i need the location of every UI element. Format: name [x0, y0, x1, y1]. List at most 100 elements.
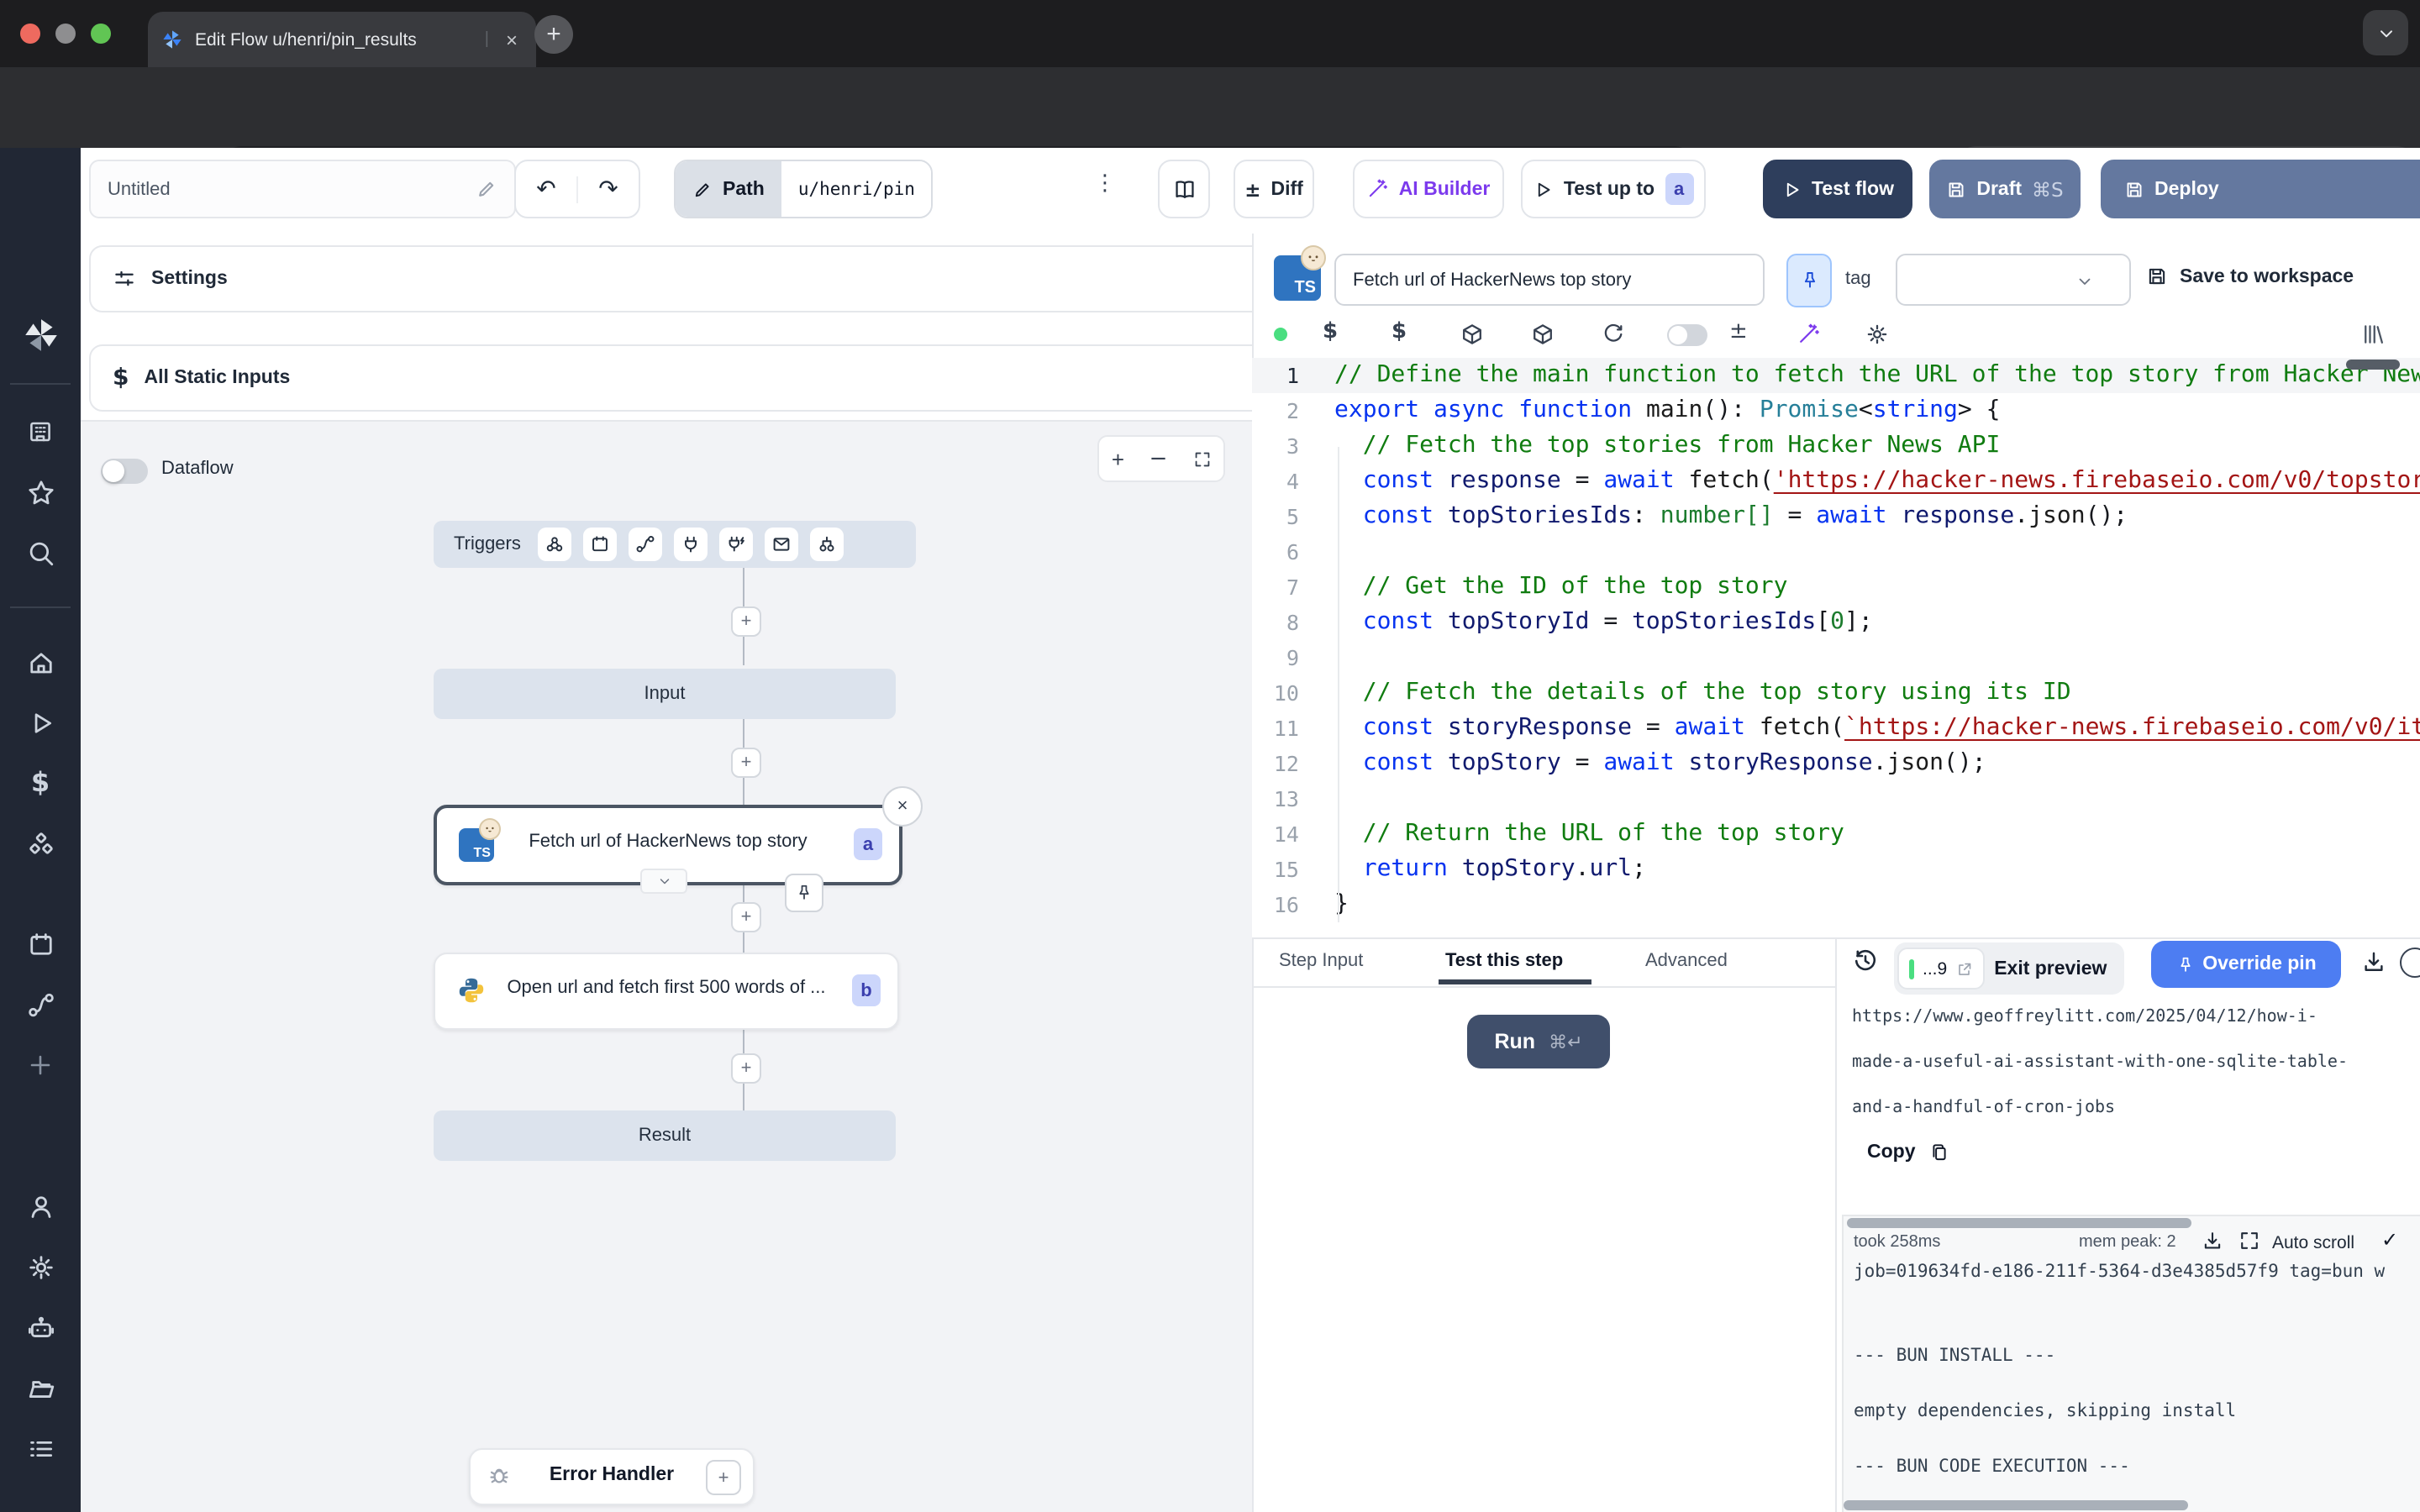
variables-picker-button[interactable]: $ [1323, 319, 1338, 344]
add-step-button[interactable]: + [731, 1053, 761, 1084]
sidebar-item-workers[interactable] [0, 1314, 81, 1342]
email-trigger-button[interactable] [765, 528, 798, 561]
sidebar-item-favorites[interactable] [0, 479, 81, 507]
log-scrollbar-horizontal-bottom[interactable] [1844, 1500, 2188, 1510]
route-trigger-button[interactable] [629, 528, 662, 561]
pin-result-button[interactable] [785, 874, 823, 912]
redo-button[interactable]: ↷ [576, 176, 639, 202]
browser-tab[interactable]: Edit Flow u/henri/pin_results | × [148, 12, 536, 67]
diff-button[interactable]: ±Diff [1234, 160, 1314, 218]
dollar-icon: $ [113, 365, 129, 391]
step-name-input[interactable]: Fetch url of HackerNews top story [1334, 254, 1765, 306]
editor-scrollbar-thumb[interactable] [2346, 360, 2400, 370]
new-tab-button[interactable]: + [534, 15, 573, 54]
sidebar-item-add[interactable] [0, 1052, 81, 1079]
traffic-zoom-button[interactable] [91, 24, 111, 44]
exit-preview-button[interactable]: Exit preview [1994, 958, 2120, 979]
binoculars-icon [817, 534, 837, 554]
dataflow-toggle[interactable] [101, 459, 148, 484]
flow-graph-canvas[interactable]: Dataflow + − Triggers [81, 420, 1252, 1512]
zoom-in-button[interactable]: + [1112, 446, 1124, 471]
add-error-handler-button[interactable]: + [706, 1460, 741, 1495]
flow-settings-row[interactable]: Settings [89, 245, 1267, 312]
diff-icon[interactable]: ± [1729, 319, 1748, 344]
pinned-job-badge[interactable]: ...9 [1897, 948, 1984, 990]
windmill-logo[interactable] [0, 316, 81, 354]
input-node[interactable]: Input [434, 669, 896, 719]
sidebar-item-settings[interactable] [0, 1253, 81, 1282]
pin-toggle-button[interactable] [1786, 254, 1832, 307]
step-node-b[interactable]: Open url and fetch first 500 words of ..… [434, 953, 899, 1030]
download-result-button[interactable] [2361, 949, 2386, 974]
auto-scroll-checkbox[interactable]: ✓ [2381, 1228, 2398, 1252]
undo-button[interactable]: ↶ [516, 176, 576, 202]
sidebar-item-workspace[interactable] [0, 418, 81, 445]
ai-builder-button[interactable]: AI Builder [1353, 160, 1504, 218]
pin-icon [2175, 955, 2194, 974]
download-logs-button[interactable] [2202, 1230, 2223, 1252]
history-button[interactable] [1852, 948, 1879, 974]
expand-logs-button[interactable] [2238, 1230, 2260, 1252]
route-icon [635, 534, 655, 554]
tab-advanced[interactable]: Advanced [1645, 951, 1728, 971]
tag-select[interactable] [1896, 254, 2131, 306]
tab-overview-button[interactable] [2363, 10, 2408, 55]
sidebar-item-audit-logs[interactable] [0, 1435, 81, 1463]
more-options-button[interactable]: ⋮ [1084, 171, 1126, 197]
sidebar-item-home[interactable] [0, 648, 81, 677]
schedule-trigger-button[interactable] [583, 528, 617, 561]
path-button[interactable]: Path [676, 161, 781, 217]
dependencies-button[interactable] [1531, 323, 1555, 346]
diff-mode-toggle[interactable] [1667, 324, 1707, 346]
triggers-node[interactable]: Triggers [434, 521, 916, 568]
kafka-trigger-button[interactable] [719, 528, 753, 561]
add-step-button[interactable]: + [731, 902, 761, 932]
test-up-to-button[interactable]: Test up to a [1521, 160, 1706, 218]
run-button[interactable]: Run ⌘↵ [1467, 1015, 1610, 1068]
sidebar-item-search[interactable] [0, 539, 81, 568]
log-scrollbar-horizontal-top[interactable] [1847, 1218, 2191, 1228]
poll-trigger-button[interactable] [810, 528, 844, 561]
sidebar-item-variables[interactable]: $ [0, 766, 81, 798]
sidebar-item-folders[interactable] [0, 1374, 81, 1403]
library-panel-button[interactable] [2361, 323, 2385, 346]
save-to-workspace-button[interactable]: Save to workspace [2146, 265, 2354, 287]
tab-close-icon[interactable]: × [501, 28, 523, 51]
expand-node-button[interactable] [640, 869, 687, 894]
ai-assist-button[interactable] [1797, 323, 1820, 346]
error-handler-node[interactable]: Error Handler + [469, 1448, 755, 1505]
resources-picker-button[interactable]: $ [1392, 319, 1407, 344]
reset-button[interactable] [1602, 323, 1625, 346]
add-step-button[interactable]: + [731, 606, 761, 637]
copy-result-button[interactable]: Copy [1867, 1142, 1949, 1163]
test-flow-button[interactable]: Test flow [1763, 160, 1912, 218]
traffic-minimize-button[interactable] [55, 24, 76, 44]
external-link-icon[interactable] [1955, 960, 1972, 977]
tab-test-this-step[interactable]: Test this step [1445, 951, 1563, 971]
remove-step-button[interactable]: × [882, 786, 923, 827]
path-value[interactable]: u/henri/pin [781, 161, 932, 217]
sidebar-item-resources[interactable] [0, 830, 81, 858]
sidebar-item-runs[interactable] [0, 709, 81, 738]
editor-settings-button[interactable] [1865, 323, 1889, 346]
deploy-button[interactable]: Deploy [2101, 160, 2420, 218]
zoom-out-button[interactable]: − [1150, 446, 1168, 471]
traffic-close-button[interactable] [20, 24, 40, 44]
script-library-button[interactable] [1460, 323, 1484, 346]
flow-summary-field[interactable]: Untitled [89, 160, 516, 218]
fit-view-icon[interactable] [1192, 449, 1211, 468]
websocket-trigger-button[interactable] [674, 528, 708, 561]
add-step-button[interactable]: + [731, 748, 761, 778]
sidebar-item-flows[interactable] [0, 991, 81, 1020]
result-node[interactable]: Result [434, 1110, 896, 1161]
step-node-a[interactable]: TS Fetch url of HackerNews top story a × [434, 805, 902, 885]
tab-step-input[interactable]: Step Input [1279, 951, 1363, 971]
sidebar-item-account[interactable] [0, 1193, 81, 1221]
override-pin-button[interactable]: Override pin [2151, 941, 2341, 988]
draft-button[interactable]: Draft ⌘S [1929, 160, 2081, 218]
code-editor[interactable]: 1// Define the main function to fetch th… [1252, 358, 2420, 937]
webhook-trigger-button[interactable] [538, 528, 571, 561]
sidebar-item-schedules[interactable] [0, 931, 81, 959]
static-inputs-row[interactable]: $ All Static Inputs [89, 344, 1267, 412]
docs-button[interactable] [1158, 160, 1210, 218]
